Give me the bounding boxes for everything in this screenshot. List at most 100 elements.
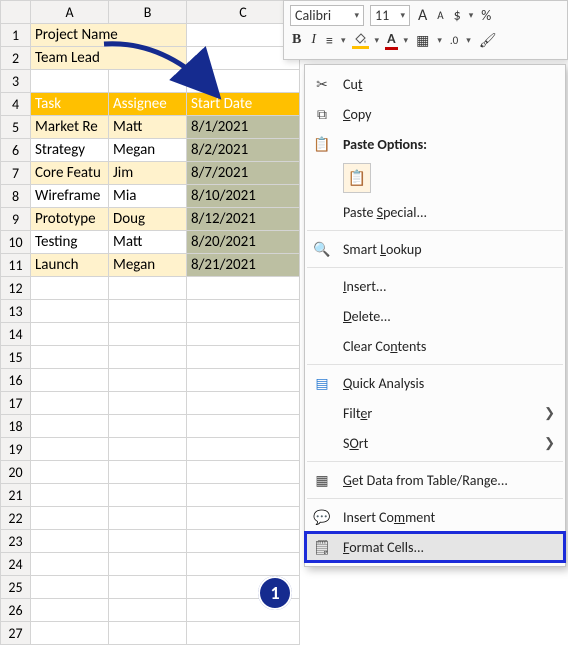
cell[interactable] — [109, 277, 187, 300]
cell[interactable] — [109, 346, 187, 369]
decrease-font-icon[interactable]: A — [435, 9, 445, 22]
row-header[interactable]: 24 — [1, 553, 31, 576]
align-icon[interactable]: ≡ — [324, 32, 335, 49]
row-header[interactable]: 25 — [1, 576, 31, 599]
cell[interactable] — [31, 622, 109, 645]
menu-paste-special[interactable]: Paste Special... — [305, 197, 565, 227]
row-header[interactable]: 7 — [1, 162, 31, 185]
bold-button[interactable]: B — [290, 32, 303, 48]
cell-team-lead[interactable]: Team Lead — [31, 47, 187, 70]
cell[interactable] — [31, 300, 109, 323]
currency-icon[interactable]: $ — [452, 7, 463, 24]
row-header[interactable]: 21 — [1, 484, 31, 507]
row-header[interactable]: 15 — [1, 346, 31, 369]
chevron-down-icon[interactable]: ▾ — [375, 35, 380, 46]
cell[interactable] — [31, 346, 109, 369]
cell[interactable] — [109, 70, 187, 93]
row-header[interactable]: 8 — [1, 185, 31, 208]
cell[interactable] — [187, 369, 300, 392]
cell[interactable] — [109, 530, 187, 553]
cell[interactable] — [187, 70, 300, 93]
menu-get-data[interactable]: ▦ Get Data from Table/Range... — [305, 465, 565, 495]
menu-quick-analysis[interactable]: ▤ Quick Analysis — [305, 368, 565, 398]
cell[interactable] — [109, 576, 187, 599]
cell-assignee[interactable]: Mia — [109, 185, 187, 208]
row-header[interactable]: 18 — [1, 415, 31, 438]
menu-filter[interactable]: Filter ❯ — [305, 398, 565, 428]
cell-date[interactable]: 8/2/2021 — [187, 139, 300, 162]
cell-date[interactable]: 8/10/2021 — [187, 185, 300, 208]
menu-copy[interactable]: ⧉ Copy — [305, 99, 565, 129]
cell[interactable] — [109, 461, 187, 484]
cell[interactable] — [109, 300, 187, 323]
cell-assignee[interactable]: Megan — [109, 254, 187, 277]
menu-smart-lookup[interactable]: 🔍 Smart Lookup — [305, 234, 565, 264]
cell[interactable] — [109, 415, 187, 438]
cell[interactable] — [31, 323, 109, 346]
borders-icon[interactable]: ▦ — [414, 32, 431, 49]
row-header[interactable]: 6 — [1, 139, 31, 162]
cell-date[interactable]: 8/21/2021 — [187, 254, 300, 277]
cell-date[interactable]: 8/1/2021 — [187, 116, 300, 139]
row-header[interactable]: 4 — [1, 93, 31, 116]
header-assignee[interactable]: Assignee — [109, 93, 187, 116]
cell-assignee[interactable]: Jim — [109, 162, 187, 185]
row-header[interactable]: 9 — [1, 208, 31, 231]
cell-task[interactable]: Wireframe — [31, 185, 109, 208]
cell-task[interactable]: Strategy — [31, 139, 109, 162]
row-header[interactable]: 12 — [1, 277, 31, 300]
row-header[interactable]: 5 — [1, 116, 31, 139]
cell[interactable] — [31, 369, 109, 392]
cell[interactable] — [109, 323, 187, 346]
paste-default-button[interactable]: 📋 — [343, 163, 371, 193]
cell-date[interactable]: 8/7/2021 — [187, 162, 300, 185]
menu-sort[interactable]: SOrt ❯ — [305, 428, 565, 458]
cell[interactable] — [109, 484, 187, 507]
cell[interactable] — [187, 323, 300, 346]
cell[interactable] — [31, 576, 109, 599]
cell[interactable] — [187, 346, 300, 369]
cell[interactable] — [187, 507, 300, 530]
cell-date[interactable]: 8/20/2021 — [187, 231, 300, 254]
menu-format-cells[interactable]: 🗒 Format Cells... — [305, 532, 565, 562]
cell[interactable] — [187, 415, 300, 438]
cell-task[interactable]: Prototype — [31, 208, 109, 231]
row-header[interactable]: 26 — [1, 599, 31, 622]
cell[interactable] — [31, 599, 109, 622]
cell[interactable] — [187, 438, 300, 461]
cell[interactable] — [31, 461, 109, 484]
row-header[interactable]: 23 — [1, 530, 31, 553]
row-header[interactable]: 16 — [1, 369, 31, 392]
menu-delete[interactable]: Delete... — [305, 301, 565, 331]
cell-task[interactable]: Core Featu — [31, 162, 109, 185]
worksheet-grid[interactable]: A B C 1 Project Name 2 Team Lead 3 4 Tas… — [0, 0, 300, 645]
cell-date[interactable]: 8/12/2021 — [187, 208, 300, 231]
cell[interactable] — [109, 392, 187, 415]
cell[interactable] — [187, 530, 300, 553]
header-task[interactable]: Task — [31, 93, 109, 116]
cell-project-name[interactable]: Project Name — [31, 24, 187, 47]
percent-icon[interactable]: % — [479, 7, 493, 24]
cell-task[interactable]: Market Re — [31, 116, 109, 139]
cell-assignee[interactable]: Megan — [109, 139, 187, 162]
row-header[interactable]: 14 — [1, 323, 31, 346]
cell[interactable] — [31, 277, 109, 300]
select-all-corner[interactable] — [1, 1, 31, 24]
fill-color-button[interactable] — [352, 32, 369, 49]
row-header[interactable]: 13 — [1, 300, 31, 323]
cell[interactable] — [109, 622, 187, 645]
row-header[interactable]: 2 — [1, 47, 31, 70]
cell[interactable] — [31, 507, 109, 530]
cell[interactable] — [31, 530, 109, 553]
cell[interactable] — [187, 277, 300, 300]
cell[interactable] — [31, 70, 109, 93]
cell-assignee[interactable]: Doug — [109, 208, 187, 231]
cell[interactable] — [187, 392, 300, 415]
italic-button[interactable]: I — [309, 32, 318, 48]
cell[interactable] — [187, 300, 300, 323]
decimal-icon[interactable]: .0 — [448, 34, 460, 47]
chevron-down-icon[interactable]: ▾ — [341, 35, 346, 46]
cell[interactable] — [187, 461, 300, 484]
cell[interactable] — [187, 484, 300, 507]
chevron-down-icon[interactable]: ▾ — [466, 35, 471, 46]
